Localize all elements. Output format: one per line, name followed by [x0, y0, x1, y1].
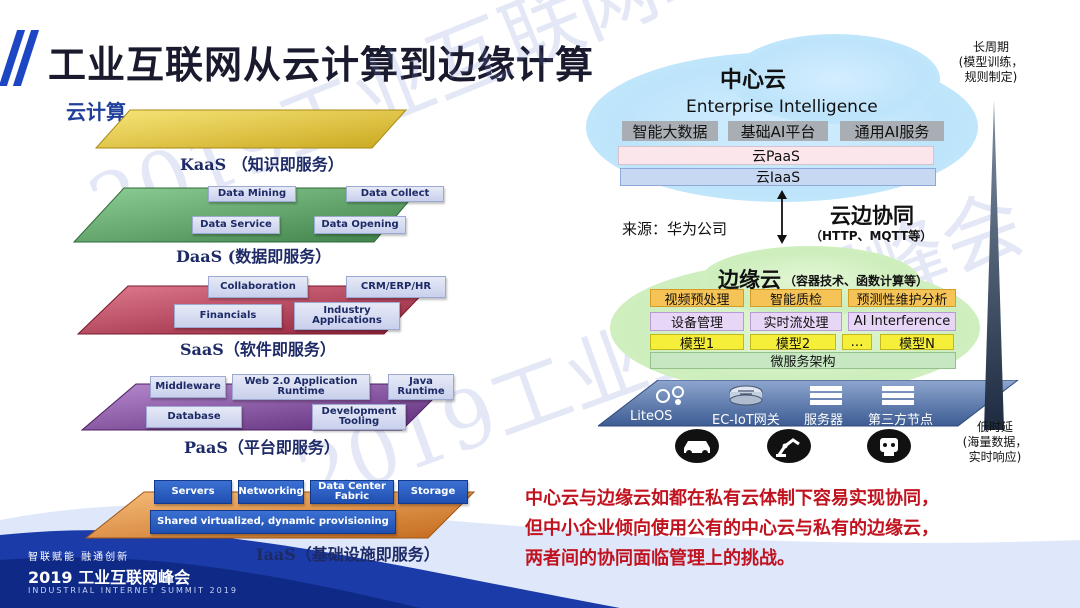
long-cycle-line: (模型训练， — [958, 55, 1024, 69]
robot-icon — [867, 429, 911, 463]
chip-storage: Storage — [398, 480, 468, 504]
conclusion-text: 中心云与边缘云如都在私有云体制下容易实现协同， 但中小企业倾向使用公有的中心云与… — [525, 484, 939, 574]
tag-model-ellipsis: … — [842, 334, 872, 350]
gateway-icon — [729, 385, 763, 406]
paas-label: PaaS（平台即服务） — [184, 438, 340, 457]
microservices-bar: 微服务架构 — [650, 352, 956, 370]
central-cloud-subtitle: Enterprise Intelligence — [686, 97, 878, 117]
low-latency-note: 低时延 (海量数据， 实时响应) — [950, 420, 1040, 465]
tag-model-n: 模型N — [880, 334, 954, 352]
service-general-ai: 通用AI服务 — [840, 121, 944, 141]
footer-event-name: 2019 工业互联网峰会 — [28, 568, 191, 587]
daas-label: DaaS (数据即服务） — [176, 247, 332, 266]
page-title: 工业互联网从云计算到边缘计算 — [48, 43, 595, 87]
kaas-label: KaaS （知识即服务） — [180, 155, 344, 174]
chip-data-center-fabric: Data Center Fabric — [310, 480, 394, 504]
source-note: 来源：华为公司 — [622, 220, 728, 238]
liteos-icon — [656, 386, 684, 405]
chip-industry-applications: Industry Applications — [294, 302, 400, 330]
collab-protocols: （HTTP、MQTT等） — [810, 229, 933, 243]
saas-label: SaaS（软件即服务） — [180, 340, 336, 359]
long-cycle-line: 长周期 — [972, 40, 1009, 54]
chip-data-mining: Data Mining — [208, 186, 296, 202]
long-cycle-line: 规则制定) — [964, 70, 1018, 84]
tag-model-1: 模型1 — [650, 334, 744, 352]
chip-data-collect: Data Collect — [346, 186, 444, 202]
footer-slogan: 智联赋能 融通创新 — [28, 552, 130, 563]
tag-video-preprocess: 视频预处理 — [650, 289, 744, 308]
tag-model-2: 模型2 — [750, 334, 836, 352]
vehicle-icon — [675, 429, 719, 463]
iaas-label: IaaS（基础设施即服务） — [256, 545, 440, 564]
kaas-plate — [94, 109, 408, 149]
footer-event-en: INDUSTRIAL INTERNET SUMMIT 2019 — [28, 586, 238, 595]
chip-crm-erp-hr: CRM/ERP/HR — [346, 276, 446, 298]
tag-smart-inspection: 智能质检 — [750, 289, 842, 308]
chip-java-runtime: Java Runtime — [388, 374, 454, 400]
device-third-party-node: 第三方节点 — [868, 413, 934, 428]
service-ai-platform: 基础AI平台 — [728, 121, 828, 141]
chip-networking: Networking — [238, 480, 304, 504]
shared-provisioning-bar: Shared virtualized, dynamic provisioning — [150, 510, 396, 534]
chip-data-opening: Data Opening — [314, 216, 406, 234]
service-smart-bigdata: 智能大数据 — [622, 121, 718, 141]
latency-gradient-arrow — [984, 100, 1004, 430]
robot-arm-icon — [767, 429, 811, 463]
chip-data-service: Data Service — [192, 216, 280, 234]
tag-device-mgmt: 设备管理 — [650, 312, 744, 331]
long-cycle-note: 长周期 (模型训练， 规则制定) — [946, 40, 1036, 85]
daas-layer: Data Mining Data Collect Data Service Da… — [68, 186, 444, 246]
low-latency-line: 实时响应) — [968, 450, 1022, 464]
conclusion-line: 但中小企业倾向使用公有的中心云与私有的边缘云， — [525, 518, 939, 539]
chip-servers: Servers — [154, 480, 232, 504]
conclusion-line: 中心云与边缘云如都在私有云体制下容易实现协同， — [525, 488, 939, 509]
conclusion-line: 两者间的协同面临管理上的挑战。 — [525, 548, 795, 569]
collab-arrow — [777, 190, 787, 244]
cloud-iaas-bar: 云IaaS — [620, 168, 936, 186]
iaas-layer: Servers Networking Data Center Fabric St… — [80, 476, 480, 542]
cloud-edge-collab-title: 云边协同 — [830, 204, 914, 228]
kaas-layer — [90, 108, 410, 152]
tag-predictive-maintenance: 预测性维护分析 — [848, 289, 956, 308]
chip-collaboration: Collaboration — [208, 276, 308, 298]
central-cloud-title: 中心云 — [720, 68, 787, 93]
device-server: 服务器 — [804, 413, 844, 428]
low-latency-line: 低时延 — [976, 420, 1013, 434]
device-liteos: LiteOS — [630, 409, 673, 424]
chip-middleware: Middleware — [150, 376, 226, 398]
low-latency-line: (海量数据， — [962, 435, 1028, 449]
chip-web20-runtime: Web 2.0 Application Runtime — [232, 374, 370, 400]
edge-cloud-subtitle: （容器技术、函数计算等） — [784, 274, 929, 288]
saas-layer: Collaboration CRM/ERP/HR Financials Indu… — [72, 276, 446, 338]
device-ec-iot-gateway: EC-IoT网关 — [712, 413, 780, 428]
chip-development-tooling: Development Tooling — [312, 404, 406, 430]
tag-stream-processing: 实时流处理 — [750, 312, 842, 331]
cloud-paas-bar: 云PaaS — [618, 146, 934, 165]
third-party-node-icon — [882, 386, 914, 405]
server-icon — [810, 386, 842, 405]
tag-ai-interference: AI Interference — [848, 312, 956, 331]
paas-layer: Middleware Web 2.0 Application Runtime J… — [76, 372, 456, 434]
chip-financials: Financials — [174, 304, 282, 328]
chip-database: Database — [146, 406, 242, 428]
title-accent-bars — [0, 30, 40, 86]
